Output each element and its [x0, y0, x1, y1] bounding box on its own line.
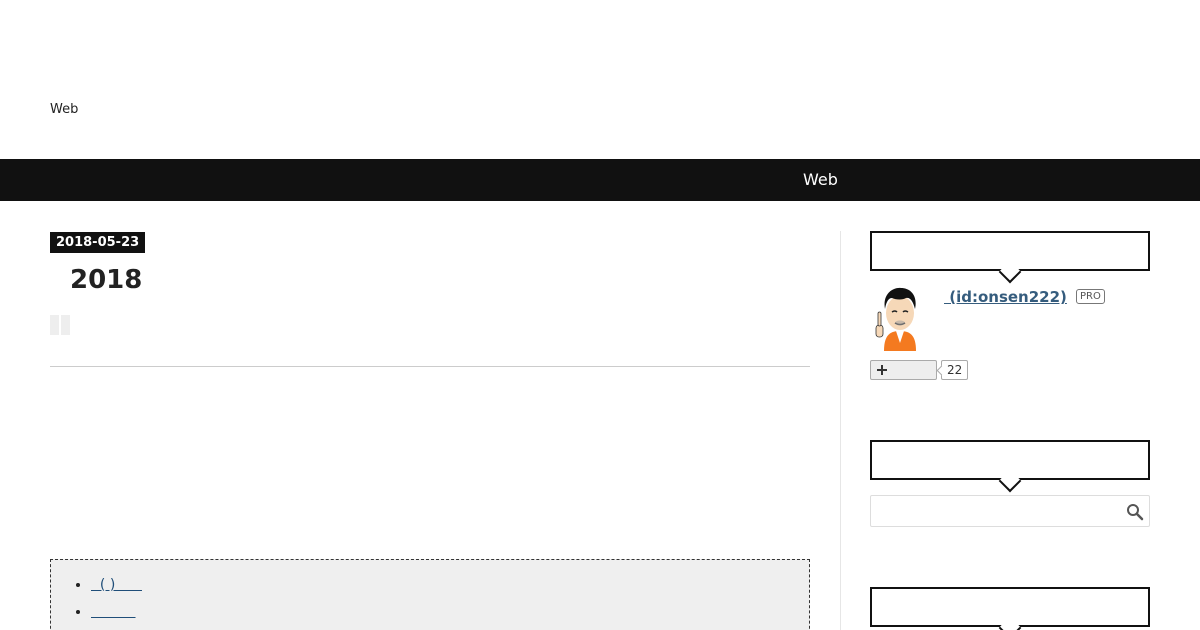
table-of-contents: ( ): [50, 559, 810, 630]
profile-name-link[interactable]: (id:onsen222): [944, 288, 1067, 306]
toc-link[interactable]: ( ): [91, 577, 142, 593]
sidebar-module-title-third: [870, 587, 1150, 627]
list-item: ( ): [91, 572, 809, 599]
sidebar-module-title-search: [870, 440, 1150, 480]
entry-title[interactable]: 2018: [70, 265, 142, 295]
search-form: [870, 495, 1150, 527]
entry-divider: [50, 366, 810, 367]
sidebar-module-title-profile: [870, 231, 1150, 271]
toc-list: ( ): [91, 572, 809, 626]
follow-button[interactable]: [870, 360, 937, 380]
share-icon[interactable]: [50, 315, 70, 335]
entry-date[interactable]: 2018-05-23: [50, 232, 146, 253]
toc-link[interactable]: [91, 604, 136, 620]
nav-link-web[interactable]: Web: [803, 170, 838, 189]
follower-count[interactable]: 22: [941, 360, 969, 380]
entry-article: 2018-05-23 2018 ( ): [50, 231, 810, 630]
pro-badge: PRO: [1076, 289, 1105, 304]
list-item: [91, 599, 809, 626]
site-description: Web: [50, 102, 79, 117]
search-input[interactable]: [871, 496, 1116, 526]
search-icon[interactable]: [1126, 503, 1144, 521]
avatar[interactable]: [870, 285, 930, 351]
sidebar-divider: [840, 231, 841, 630]
global-navbar: Web: [0, 159, 1200, 201]
